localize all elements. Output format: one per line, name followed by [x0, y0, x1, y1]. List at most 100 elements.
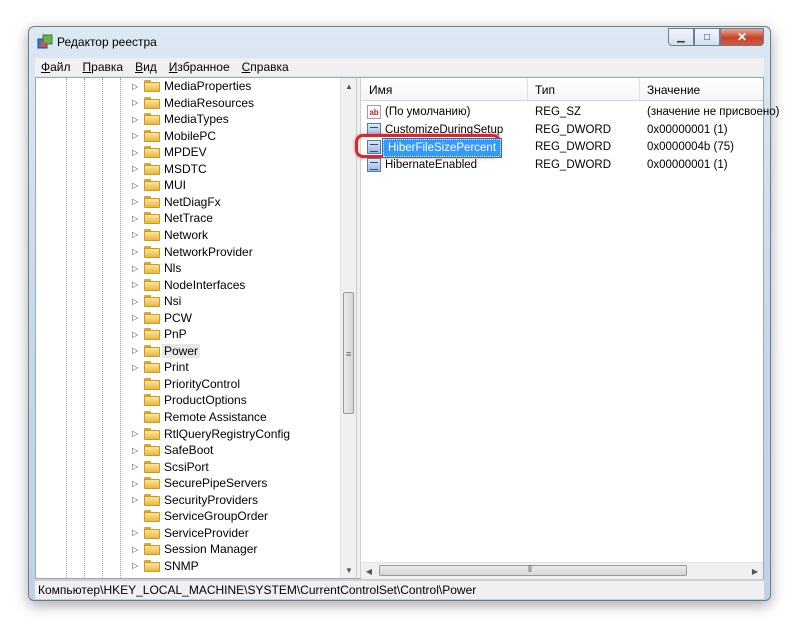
scroll-right-arrow-icon[interactable]: ▶	[747, 563, 763, 579]
folder-icon	[144, 262, 160, 275]
folder-icon	[144, 328, 160, 341]
registry-editor-window: Редактор реестра ▁ □ ✕ Файл Правка Вид И…	[28, 26, 779, 601]
folder-icon	[144, 361, 160, 374]
expand-arrow-icon[interactable]: ▷	[132, 313, 141, 322]
expand-arrow-icon[interactable]: ▷	[132, 429, 141, 438]
tree-item[interactable]: ▷ NetDiagFx	[36, 194, 336, 210]
expand-arrow-icon[interactable]: ▷	[132, 164, 141, 173]
scroll-left-arrow-icon[interactable]: ◀	[361, 563, 377, 579]
folder-icon	[144, 311, 160, 324]
value-row[interactable]: HibernateEnabled REG_DWORD 0x00000001 (1)	[361, 157, 763, 174]
expand-arrow-icon[interactable]: ▷	[132, 545, 141, 554]
scroll-down-arrow-icon[interactable]: ▼	[341, 562, 356, 578]
tree-item-label: NetTrace	[164, 211, 213, 226]
folder-icon	[144, 96, 160, 109]
tree-item[interactable]: ▷ MSDTC	[36, 161, 336, 177]
status-bar-path: Компьютер\HKEY_LOCAL_MACHINE\SYSTEM\Curr…	[35, 580, 764, 599]
list-scroll-thumb[interactable]: ⦀	[379, 564, 687, 576]
tree-item[interactable]: ▷ ServiceProvider	[36, 525, 336, 541]
expand-arrow-icon[interactable]: ▷	[132, 115, 141, 124]
expand-arrow-icon[interactable]: ▷	[132, 346, 141, 355]
tree-item[interactable]: ▷ MUI	[36, 177, 336, 193]
tree-item[interactable]: Remote Assistance	[36, 409, 336, 425]
tree-item-label: SecurePipeServers	[164, 476, 268, 491]
tree-item[interactable]: ▷ Nls	[36, 260, 336, 276]
menu-help[interactable]: Справка	[236, 60, 295, 74]
expand-arrow-icon[interactable]: ▷	[132, 561, 141, 570]
tree-item-label: Nls	[164, 261, 182, 276]
tree-scroll-thumb[interactable]: ≡	[343, 292, 354, 414]
tree-item[interactable]: ▷ SecurityProviders	[36, 492, 336, 508]
tree-item[interactable]: ▷ Network	[36, 227, 336, 243]
minimize-button[interactable]: ▁	[668, 28, 694, 46]
tree-item[interactable]: ▷ SafeBoot	[36, 442, 336, 458]
tree-item[interactable]: ▷ Power	[36, 343, 336, 359]
menu-favorites[interactable]: Избранное	[163, 60, 236, 74]
tree-item-label: SecurityProviders	[164, 492, 259, 507]
tree-item[interactable]: ▷ MobilePC	[36, 128, 336, 144]
expand-arrow-icon[interactable]: ▷	[132, 446, 141, 455]
tree-item[interactable]: ▷ NodeInterfaces	[36, 277, 336, 293]
tree-item[interactable]: ProductOptions	[36, 392, 336, 408]
expand-arrow-icon[interactable]: ▷	[132, 363, 141, 372]
column-separator[interactable]	[527, 78, 528, 100]
folder-icon	[144, 80, 160, 92]
list-horizontal-scrollbar[interactable]: ◀ ⦀ ▶	[361, 562, 763, 579]
expand-arrow-icon[interactable]: ▷	[132, 280, 141, 289]
menu-view[interactable]: Вид	[129, 60, 163, 74]
title-bar[interactable]: Редактор реестра ▁ □ ✕	[29, 27, 770, 57]
tree-item[interactable]: PriorityControl	[36, 376, 336, 392]
tree-item-label: Nsi	[164, 294, 182, 309]
tree-item-label: Network	[164, 227, 209, 242]
expand-arrow-icon[interactable]: ▷	[132, 82, 141, 91]
tree-item[interactable]: ServiceGroupOrder	[36, 508, 336, 524]
menu-file[interactable]: Файл	[35, 60, 77, 74]
tree-item[interactable]: ▷ NetTrace	[36, 210, 336, 226]
menu-edit[interactable]: Правка	[77, 60, 130, 74]
tree-item[interactable]: ▷ MediaTypes	[36, 111, 336, 127]
tree-item-label: Session Manager	[164, 542, 258, 557]
column-header-name[interactable]: Имя	[369, 83, 392, 97]
expand-arrow-icon[interactable]: ▷	[132, 264, 141, 273]
column-header-data[interactable]: Значение	[647, 83, 700, 97]
tree-item[interactable]: ▷ SecurePipeServers	[36, 475, 336, 491]
expand-arrow-icon[interactable]: ▷	[132, 297, 141, 306]
tree-item[interactable]: ▷ ScsiPort	[36, 459, 336, 475]
expand-arrow-icon[interactable]: ▷	[132, 462, 141, 471]
value-name: HiberFileSizePercent	[381, 138, 503, 158]
window-title: Редактор реестра	[57, 35, 157, 49]
expand-arrow-icon[interactable]: ▷	[132, 148, 141, 157]
tree-item[interactable]: ▷ MediaResources	[36, 95, 336, 111]
tree-item[interactable]: ▷ MPDEV	[36, 144, 336, 160]
expand-arrow-icon[interactable]: ▷	[132, 214, 141, 223]
tree-item[interactable]: ▷ PnP	[36, 326, 336, 342]
expand-arrow-icon[interactable]: ▷	[132, 131, 141, 140]
close-button[interactable]: ✕	[720, 28, 764, 46]
tree-item[interactable]: ▷ MediaProperties	[36, 78, 336, 94]
tree-item[interactable]: ▷ Print	[36, 359, 336, 375]
value-row[interactable]: ab (По умолчанию) REG_SZ (значение не присв…	[361, 104, 779, 121]
expand-arrow-icon[interactable]: ▷	[132, 230, 141, 239]
tree-item[interactable]: ▷ Nsi	[36, 293, 336, 309]
tree-item[interactable]: ▷ SNMP	[36, 558, 336, 574]
expand-arrow-icon[interactable]: ▷	[132, 181, 141, 190]
tree-item[interactable]: ▷ PCW	[36, 310, 336, 326]
value-row[interactable]: HiberFileSizePercent REG_DWORD 0x0000004b …	[355, 134, 763, 158]
scroll-up-arrow-icon[interactable]: ▲	[341, 78, 356, 94]
column-header-type[interactable]: Тип	[535, 83, 555, 97]
expand-arrow-icon[interactable]: ▷	[132, 528, 141, 537]
column-separator[interactable]	[639, 78, 640, 100]
tree-item[interactable]: ▷ NetworkProvider	[36, 244, 336, 260]
expand-arrow-icon[interactable]: ▷	[132, 479, 141, 488]
expand-arrow-icon[interactable]: ▷	[132, 98, 141, 107]
tree-item-label: PnP	[164, 327, 187, 342]
expand-arrow-icon[interactable]: ▷	[132, 247, 141, 256]
tree-item-label: ServiceGroupOrder	[164, 509, 269, 524]
tree-vertical-scrollbar[interactable]: ▲ ≡ ▼	[340, 78, 356, 578]
expand-arrow-icon[interactable]: ▷	[132, 495, 141, 504]
tree-item[interactable]: ▷ RtlQueryRegistryConfig	[36, 426, 336, 442]
tree-item[interactable]: ▷ Session Manager	[36, 541, 336, 557]
expand-arrow-icon[interactable]: ▷	[132, 330, 141, 339]
maximize-button[interactable]: □	[694, 28, 720, 46]
expand-arrow-icon[interactable]: ▷	[132, 197, 141, 206]
